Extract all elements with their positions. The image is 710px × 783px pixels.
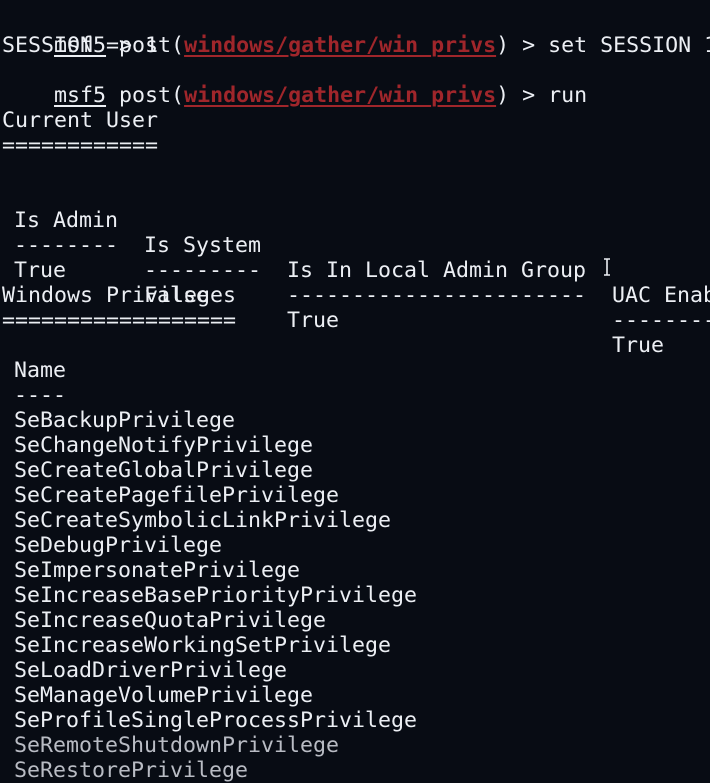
privileges-title: Windows Privileges (2, 283, 237, 308)
privileges-column-separator: ---- (14, 383, 67, 408)
current-user-title: Current User (2, 108, 159, 133)
module-prefix: post( (119, 83, 185, 108)
user-table-header: Is Admin Is System Is In Local Admin Gro… (0, 183, 710, 308)
privilege-item: SeCreateSymbolicLinkPrivilege (14, 508, 392, 533)
current-user-rule: ============ (2, 133, 159, 158)
privilege-item: SeIncreaseWorkingSetPrivilege (14, 633, 392, 658)
privilege-item: SeManageVolumePrivilege (14, 683, 314, 708)
user-table-row: True False True True (0, 233, 710, 358)
privilege-item: SeIncreaseQuotaPrivilege (14, 608, 327, 633)
module-suffix: ) (496, 33, 510, 58)
text-cursor-icon (604, 258, 610, 276)
command-text: > set SESSION 1 (509, 33, 710, 58)
command-text: > run (509, 83, 588, 108)
separator-is-system: --------- (144, 258, 262, 283)
separator-uac-enabled: -------- (612, 308, 710, 333)
user-table-separator: -------- --------- ---------------------… (0, 208, 710, 333)
module-name: windows/gather/win_privs (184, 83, 497, 108)
privilege-item: SeDebugPrivilege (14, 533, 223, 558)
privilege-item: SeRestorePrivilege (14, 758, 249, 783)
privilege-item: SeCreatePagefilePrivilege (14, 483, 340, 508)
module-suffix: ) (496, 83, 510, 108)
msf-prompt: msf5 (54, 83, 107, 108)
column-header-local-admin-group: Is In Local Admin Group (287, 258, 587, 283)
column-header-uac-enabled: UAC Enab (612, 283, 710, 308)
separator-local-admin-group: ----------------------- (287, 283, 587, 308)
privilege-item: SeBackupPrivilege (14, 408, 236, 433)
privileges-column-header: Name (14, 358, 67, 383)
privilege-item: SeRemoteShutdownPrivilege (14, 733, 340, 758)
privilege-item: SeChangeNotifyPrivilege (14, 433, 314, 458)
terminal-window[interactable]: msf5 post(windows/gather/win_privs) > se… (0, 0, 710, 783)
cell-local-admin-group: True (287, 308, 340, 333)
privilege-item: SeCreateGlobalPrivilege (14, 458, 314, 483)
cell-is-admin: True (14, 258, 67, 283)
command-line-1: msf5 post(windows/gather/win_privs) > se… (2, 8, 710, 58)
privilege-item: SeLoadDriverPrivilege (14, 658, 288, 683)
privilege-item: SeIncreaseBasePriorityPrivilege (14, 583, 418, 608)
module-name: windows/gather/win_privs (184, 33, 497, 58)
session-output: SESSION => 1 (2, 33, 159, 58)
privileges-rule: ================== (2, 308, 237, 333)
privilege-item: SeImpersonatePrivilege (14, 558, 301, 583)
privilege-item: SeProfileSingleProcessPrivilege (14, 708, 418, 733)
command-line-2: msf5 post(windows/gather/win_privs) > ru… (2, 58, 587, 108)
cell-uac-enabled: True (612, 333, 665, 358)
